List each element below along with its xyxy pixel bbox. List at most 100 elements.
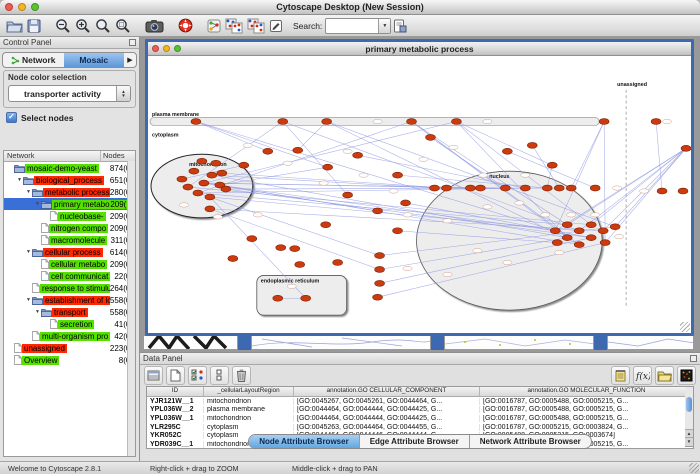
network-node[interactable] [520,185,530,191]
tab-mosaic[interactable]: Mosaic [64,53,125,67]
network-node[interactable] [375,266,385,272]
network-graph[interactable]: plasma membranecytoplasmnucleusmitochond… [148,56,691,333]
gene-label-node[interactable] [662,119,671,123]
tree-row[interactable]: unassigned223(0) [4,342,135,354]
snapshot-button[interactable] [145,17,164,35]
network-node[interactable] [205,206,215,212]
tree-scrollbar[interactable] [127,161,135,456]
matrix-view-button[interactable] [677,366,696,385]
gene-label-node[interactable] [615,235,624,239]
background-window-border[interactable] [594,336,607,350]
search-dropdown-arrow[interactable]: ▼ [378,19,390,33]
network-node[interactable] [247,236,257,242]
save-attributes-button[interactable] [393,17,407,35]
network-node[interactable] [183,184,193,190]
table-scrollbar-thumb[interactable] [686,397,692,412]
network-edge[interactable] [571,122,604,189]
network-node[interactable] [502,148,512,154]
network-node[interactable] [574,228,584,234]
gene-label-node[interactable] [591,213,600,217]
tree-row[interactable]: ▼establishment of lo558(0) [4,294,135,306]
table-row[interactable]: YJR121W__1mitochondrion[GO:0045267, GO:0… [147,397,693,406]
tree-column-network[interactable]: Network [4,151,101,161]
network-node[interactable] [465,185,475,191]
attribute-editor-button[interactable] [611,366,630,385]
table-column-header[interactable]: annotation.GO MOLECULAR_FUNCTION [480,387,693,396]
network-node[interactable] [373,294,383,300]
new-attribute-button[interactable] [166,366,185,385]
table-column-header[interactable]: ID [147,387,204,396]
gene-label-node[interactable] [555,250,564,254]
window-resize-grip[interactable] [689,463,699,473]
network-node[interactable] [205,194,215,200]
network-node[interactable] [207,172,217,178]
background-window-fragment[interactable] [607,336,694,350]
gene-label-node[interactable] [287,284,296,288]
network-node[interactable] [500,185,510,191]
float-data-panel-icon[interactable] [690,355,697,362]
gene-label-node[interactable] [521,173,530,177]
network-node[interactable] [177,176,187,182]
network-node[interactable] [276,245,286,251]
network-edge[interactable] [283,122,348,195]
compartment-nucleus[interactable] [417,171,603,310]
zoom-in-button[interactable] [75,17,91,35]
network-canvas[interactable]: plasma membranecytoplasmnucleusmitochond… [148,56,691,333]
network-node[interactable] [228,256,238,262]
network-node[interactable] [441,185,451,191]
background-window-fragment[interactable] [444,336,594,350]
gene-label-node[interactable] [443,219,452,223]
network-node[interactable] [333,260,343,266]
tree-row[interactable]: ▼cellular process614(0) [4,246,135,258]
network-node[interactable] [681,145,691,151]
background-window-fragment[interactable] [251,336,431,350]
tree-row[interactable]: cell communicat22(0) [4,270,135,282]
network-node[interactable] [321,222,331,228]
network-node[interactable] [657,188,667,194]
network-node[interactable] [554,185,564,191]
tab-network[interactable]: Network [3,53,64,67]
network-node[interactable] [393,228,403,234]
tabs-overflow-arrow[interactable]: ▶ [124,56,136,64]
network-node[interactable] [191,119,201,125]
gene-label-node[interactable] [503,260,512,264]
table-row[interactable]: YPL036W__2plasma membrane[GO:0044464, GO… [147,406,693,415]
network-node[interactable] [586,222,596,228]
gene-label-node[interactable] [541,213,550,217]
network-node[interactable] [590,185,600,191]
gene-label-node[interactable] [179,203,188,207]
tree-row[interactable]: mosaic-demo-yeast874(0) [4,162,135,174]
open-session-button[interactable] [6,17,23,35]
tree-row[interactable]: nucleobase-209(0) [4,210,135,222]
table-column-header[interactable]: _cellularLayoutRegion [204,387,294,396]
gene-label-node[interactable] [213,215,222,219]
gene-label-node[interactable] [243,143,252,147]
gene-label-node[interactable] [567,213,576,217]
network-node[interactable] [373,208,383,214]
gene-label-node[interactable] [515,201,524,205]
help-button[interactable] [178,17,193,35]
network-node[interactable] [217,170,227,176]
gene-label-node[interactable] [359,173,368,177]
tree-row[interactable]: secretion41(0) [4,318,135,330]
gene-label-node[interactable] [283,161,292,165]
select-attributes-button[interactable] [188,366,207,385]
import-attributes-button[interactable] [655,366,674,385]
network-node[interactable] [475,185,485,191]
network-node[interactable] [651,119,661,125]
network-node[interactable] [562,235,572,241]
network-node[interactable] [562,222,572,228]
network-edge[interactable] [591,148,686,224]
network-node[interactable] [273,295,283,301]
gene-label-node[interactable] [403,266,412,270]
background-window-border[interactable] [431,336,444,350]
network-node[interactable] [293,147,303,153]
network-node[interactable] [407,119,417,125]
network-node[interactable] [239,162,249,168]
save-session-button[interactable] [27,17,41,35]
expand-arrow-icon[interactable]: ▼ [25,189,32,195]
zoom-selected-button[interactable] [115,17,131,35]
gene-label-node[interactable] [443,272,452,276]
window-resize-grip[interactable] [680,322,690,332]
gene-label-node[interactable] [483,119,492,123]
